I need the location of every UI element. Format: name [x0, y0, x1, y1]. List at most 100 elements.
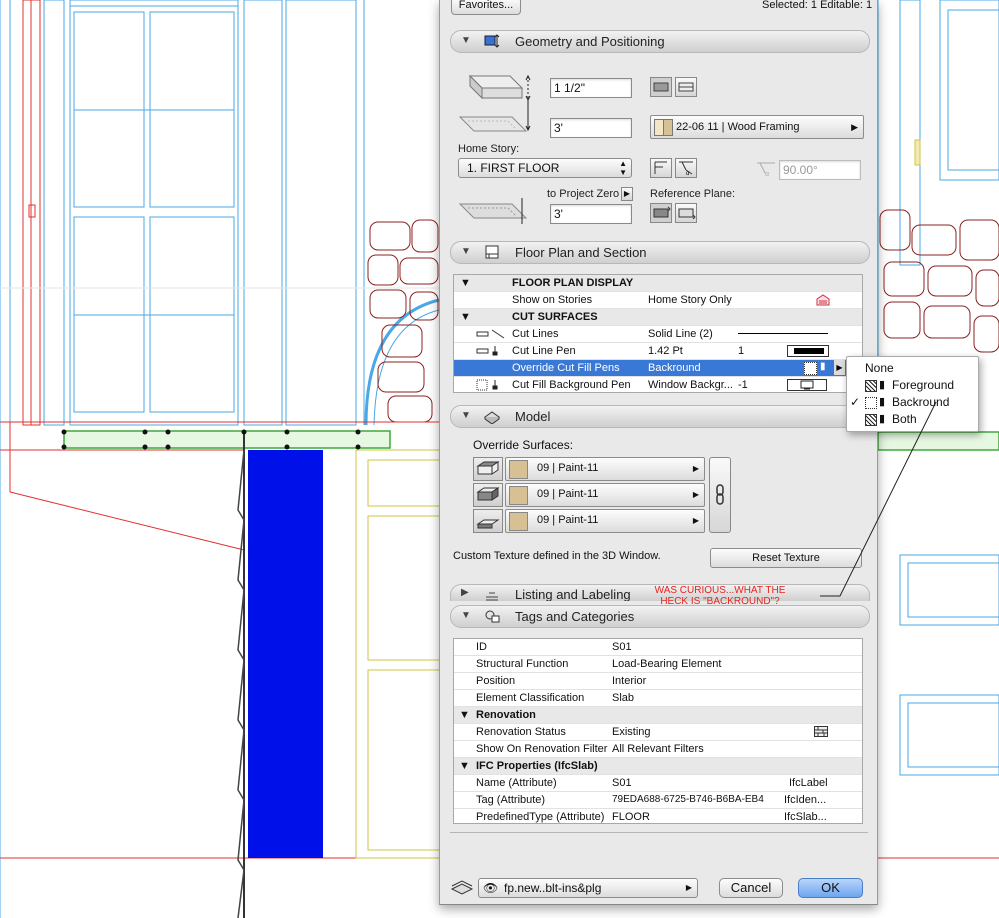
slab-edge-button-1[interactable]	[650, 158, 672, 178]
collapse-triangle-icon[interactable]: ▼	[461, 410, 471, 421]
row-extra: -1	[738, 379, 748, 391]
table-row[interactable]: Renovation Status Existing	[454, 724, 862, 741]
table-row[interactable]: Show on Stories Home Story Only	[454, 292, 862, 309]
row-value: Slab	[612, 692, 635, 704]
table-row[interactable]: Cut Line Pen 1.42 Pt 1	[454, 343, 862, 360]
override-surfaces-label: Override Surfaces:	[473, 438, 574, 452]
pen-color-swatch[interactable]	[787, 345, 829, 357]
expand-triangle-icon[interactable]: ▼	[459, 709, 470, 721]
expand-triangle-icon[interactable]: ▼	[460, 311, 471, 323]
surface-row-edge[interactable]: 09 | Paint-11 ▶	[473, 483, 705, 507]
expand-triangle-icon[interactable]: ▶	[461, 587, 469, 598]
floor-plan-icon	[485, 245, 499, 259]
menu-item-none[interactable]: None	[847, 360, 978, 377]
table-row[interactable]: Cut Lines Solid Line (2)	[454, 326, 862, 343]
annotation-note: WAS CURIOUS...WHAT THE HECK IS "BACKROUN…	[640, 585, 800, 607]
chain-link-button[interactable]	[709, 457, 731, 533]
monitor-icon[interactable]	[787, 379, 827, 391]
table-row[interactable]: Show On Renovation Filter All Relevant Fi…	[454, 741, 862, 758]
menu-item-foreground[interactable]: ▮ Foreground	[847, 377, 978, 394]
table-row[interactable]: Element Classification Slab	[454, 690, 862, 707]
cancel-button[interactable]: Cancel	[719, 878, 783, 898]
table-row[interactable]: Name (Attribute) S01 IfcLabel	[454, 775, 862, 792]
row-label: Element Classification	[476, 692, 585, 704]
row-label: Cut Fill Background Pen	[512, 379, 631, 391]
row-label: FLOOR PLAN DISPLAY	[512, 277, 634, 289]
surface-dropdown[interactable]: 09 | Paint-11 ▶	[505, 457, 705, 481]
row-value: Home Story Only	[648, 294, 732, 306]
annotation-line-2: HECK IS "BACKROUND"?	[660, 596, 780, 607]
collapse-triangle-icon[interactable]: ▼	[461, 35, 471, 46]
chevron-right-icon: ▶	[692, 516, 699, 525]
collapse-triangle-icon[interactable]: ▼	[461, 246, 471, 257]
thickness-field[interactable]: 1 1/2"	[550, 78, 632, 98]
project-zero-field[interactable]: 3'	[550, 204, 632, 224]
expand-triangle-icon[interactable]: ▼	[459, 760, 470, 772]
building-material-dropdown[interactable]: 22-06 11 | Wood Framing ▶	[650, 115, 864, 139]
home-story-value: 1. FIRST FLOOR	[467, 161, 560, 175]
tags-table: ID S01 Structural Function Load-Bearing El…	[453, 638, 863, 824]
home-story-dropdown[interactable]: 1. FIRST FLOOR ▲ ▼	[458, 158, 632, 178]
reference-plane-button-2[interactable]	[675, 203, 697, 223]
selection-status: Selected: 1 Editable: 1	[762, 0, 873, 11]
table-row-group[interactable]: ▼ IFC Properties (IfcSlab)	[454, 758, 862, 775]
backround-swatch-icon	[804, 362, 817, 375]
table-row[interactable]: PredefinedType (Attribute) FLOOR IfcSlab..…	[454, 809, 862, 825]
row-value: Backround	[648, 362, 701, 374]
row-label: PredefinedType (Attribute)	[476, 811, 605, 823]
row-value: Solid Line (2)	[648, 328, 713, 340]
surface-row-bottom[interactable]: 09 | Paint-11 ▶	[473, 509, 705, 533]
tags-icon	[485, 610, 500, 623]
table-row-group[interactable]: ▼ Renovation	[454, 707, 862, 724]
row-value: FLOOR	[612, 811, 650, 823]
table-row-group[interactable]: ▼ CUT SURFACES	[454, 309, 862, 326]
reference-plane-button-1[interactable]	[650, 203, 672, 223]
svg-text:α: α	[765, 171, 769, 178]
table-row[interactable]: Cut Fill Background Pen Window Backgr...…	[454, 377, 862, 393]
table-row[interactable]: ID S01	[454, 639, 862, 656]
row-label: Name (Attribute)	[476, 777, 557, 789]
annotation-line-1: WAS CURIOUS...WHAT THE	[654, 585, 786, 596]
annotation-pointer-line	[820, 401, 937, 597]
row-extra: IfcIden...	[784, 794, 827, 806]
row-value: All Relevant Filters	[612, 743, 704, 755]
collapse-triangle-icon[interactable]: ▼	[461, 610, 471, 621]
surface-pattern-button-1[interactable]	[650, 77, 672, 97]
chain-link-icon	[716, 484, 724, 505]
table-row[interactable]: Structural Function Load-Bearing Element	[454, 656, 862, 673]
offset-field[interactable]: 3'	[550, 118, 632, 138]
row-label: Cut Lines	[512, 328, 559, 340]
texture-note: Custom Texture defined in the 3D Window.	[453, 550, 661, 562]
line-preview	[738, 333, 828, 334]
popup-arrow-icon[interactable]: ▶	[834, 360, 845, 375]
table-row[interactable]: Position Interior	[454, 673, 862, 690]
pen-icon: ▮	[820, 361, 826, 372]
table-row-group[interactable]: ▼ FLOOR PLAN DISPLAY	[454, 275, 862, 292]
bottom-surface-icon[interactable]	[473, 509, 503, 533]
surface-dropdown[interactable]: 09 | Paint-11 ▶	[505, 483, 705, 507]
ok-button[interactable]: OK	[798, 878, 863, 898]
section-header-geometry[interactable]: ▼ Geometry and Positioning	[450, 30, 870, 53]
slab-offset-icon	[458, 116, 528, 132]
table-row-selected[interactable]: Override Cut Fill Pens Backround ▮ ▶	[454, 360, 862, 377]
angle-icon: α	[757, 162, 775, 178]
edge-surface-icon[interactable]	[473, 483, 503, 507]
favorites-button[interactable]: Favorites...	[451, 0, 521, 15]
top-surface-icon[interactable]	[473, 457, 503, 481]
expand-triangle-icon[interactable]: ▼	[460, 277, 471, 289]
project-zero-menu-button[interactable]: ▶	[621, 187, 633, 201]
chevron-right-icon: ▶	[692, 490, 699, 499]
menu-item-label: None	[865, 361, 894, 375]
row-value: Interior	[612, 675, 647, 687]
table-row[interactable]: Tag (Attribute) 79EDA688-6725-B746-B6BA-E…	[454, 792, 862, 809]
surface-dropdown[interactable]: 09 | Paint-11 ▶	[505, 509, 705, 533]
surface-row-top[interactable]: 09 | Paint-11 ▶	[473, 457, 705, 481]
row-label: Show On Renovation Filter	[476, 743, 608, 755]
row-extra: IfcSlab...	[784, 811, 827, 823]
slab-edge-button-2[interactable]: α	[675, 158, 697, 178]
layer-dropdown[interactable]: 👁 fp.new..blt-ins&plg ▶	[478, 878, 698, 898]
surface-pattern-button-2[interactable]	[675, 77, 697, 97]
section-header-tags[interactable]: ▼ Tags and Categories	[450, 605, 870, 628]
section-header-floor-plan[interactable]: ▼ Floor Plan and Section	[450, 241, 870, 264]
surface-value: 09 | Paint-11	[537, 488, 599, 500]
